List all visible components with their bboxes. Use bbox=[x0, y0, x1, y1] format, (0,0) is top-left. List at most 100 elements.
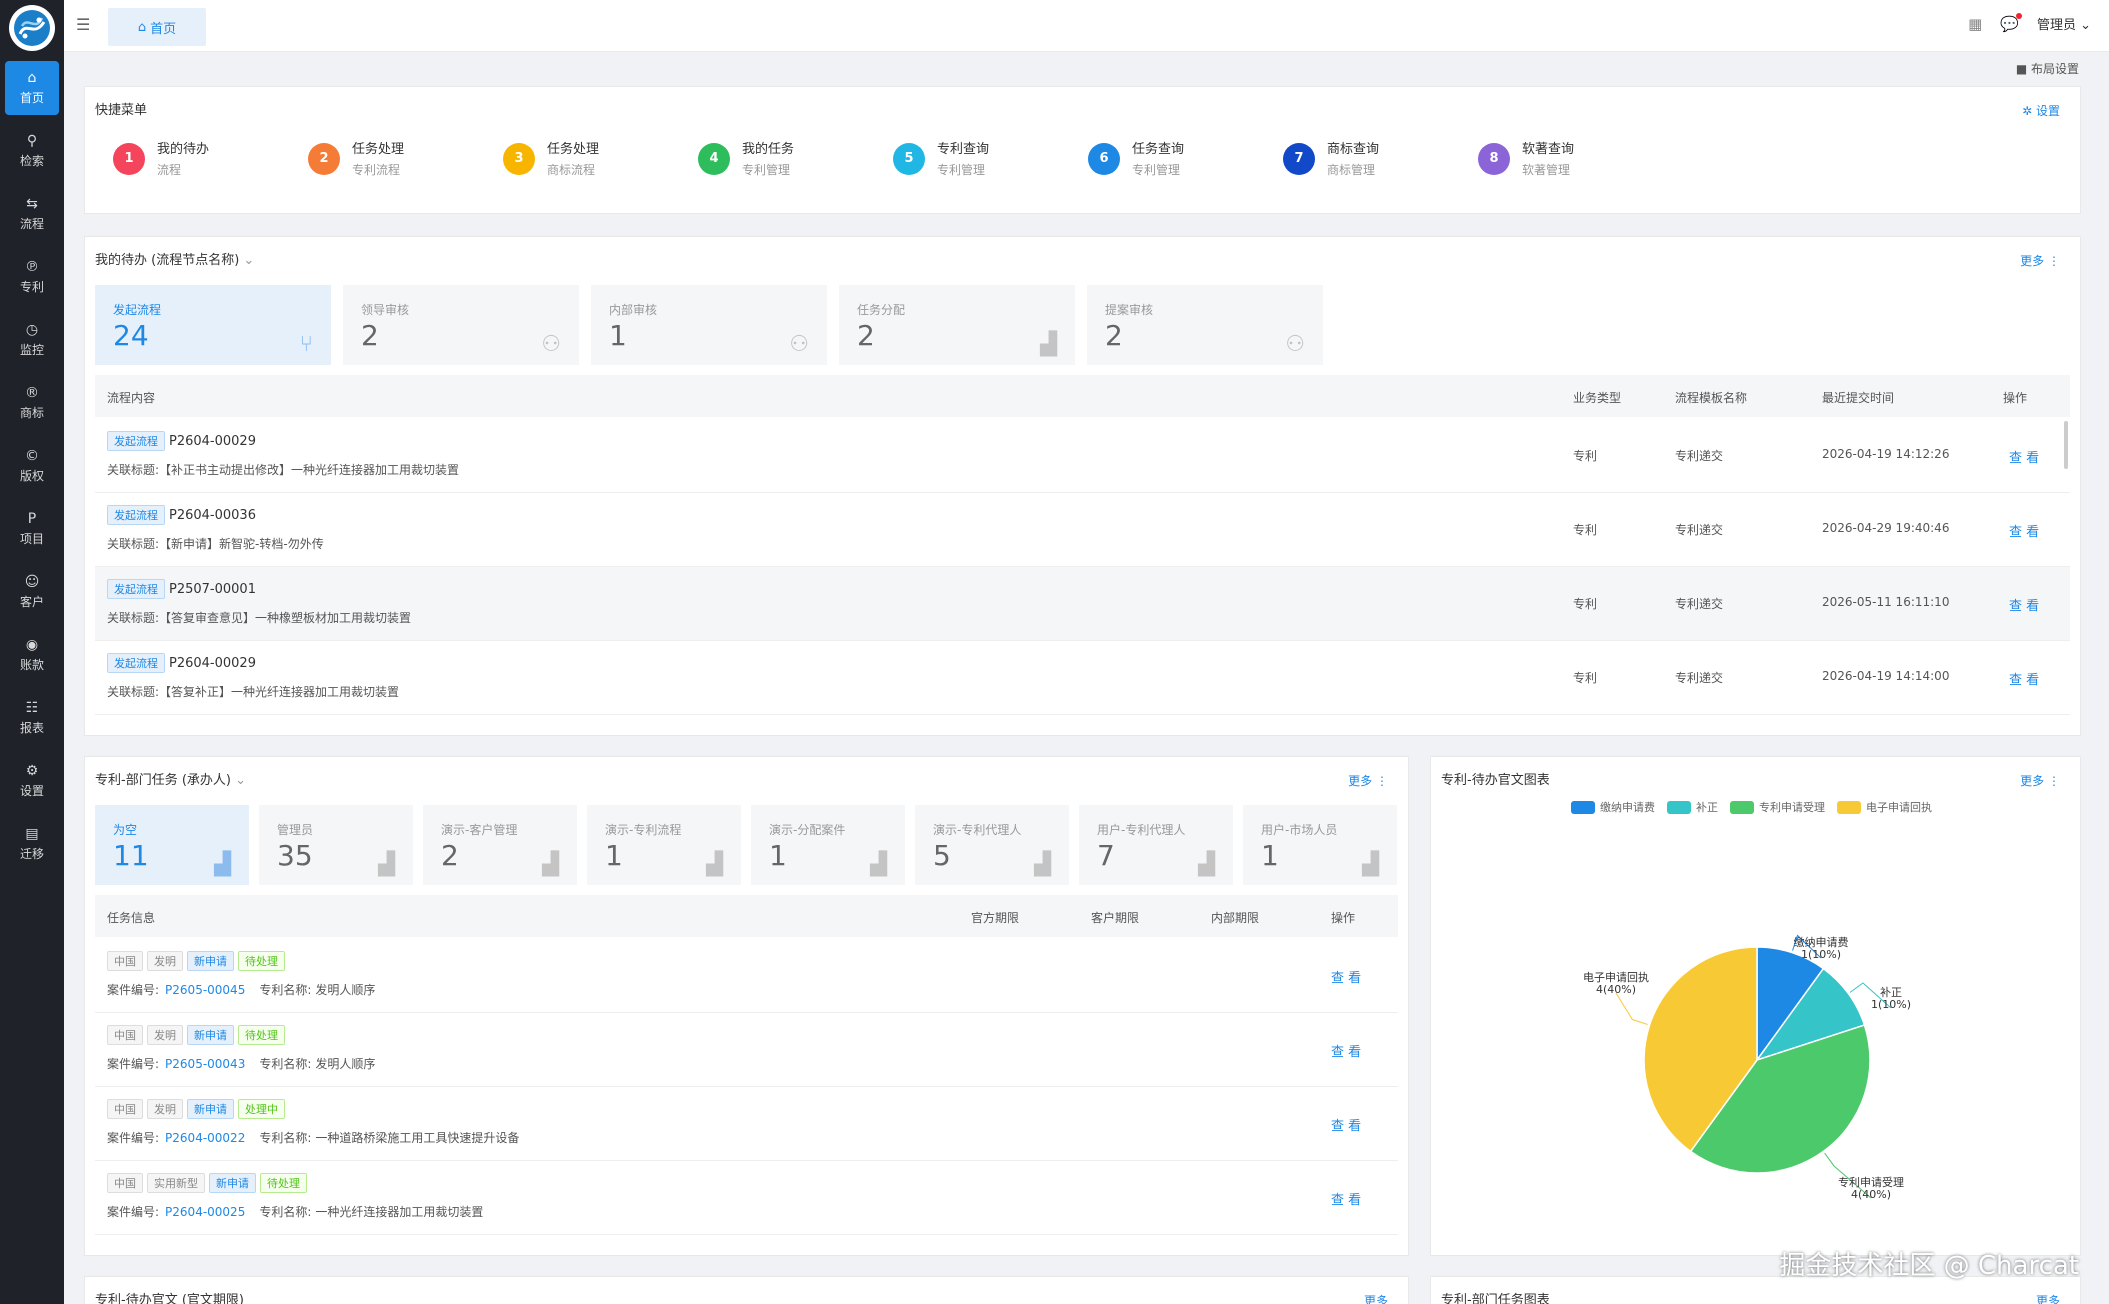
dept-title[interactable]: 专利-部门任务 (承办人) ⌄ bbox=[95, 769, 246, 788]
quick-menu-text: 商标查询 商标管理 bbox=[1327, 139, 1379, 178]
sidebar-item-11[interactable]: ⚙ 设置 bbox=[5, 754, 59, 808]
migrate-icon: ▤ bbox=[25, 826, 39, 842]
quick-menu-item[interactable]: 4 我的任务 专利管理 bbox=[698, 139, 794, 178]
legend-label: 电子申请回执 bbox=[1866, 801, 1932, 814]
row-line-2: 关联标题:【答复补正】一种光纤连接器加工用裁切装置 bbox=[107, 683, 399, 700]
sidebar-item-5[interactable]: ® 商标 bbox=[5, 376, 59, 430]
quick-menu-item[interactable]: 5 专利查询 专利管理 bbox=[893, 139, 989, 178]
sidebar-item-label: 报表 bbox=[19, 721, 44, 735]
stat-card[interactable]: 领导审核 2 ⚇ bbox=[343, 285, 579, 365]
chevron-down-icon: ⌄ bbox=[2080, 18, 2091, 33]
row-tags: 中国 发明 新申请 处理中 bbox=[107, 1099, 289, 1119]
pie-more-link[interactable]: 更多 ⋮ bbox=[2020, 772, 2060, 789]
related-title: 【答复审查意见】一种橡塑板材加工用裁切装置 bbox=[159, 611, 412, 625]
quick-menu-item[interactable]: 7 商标查询 商标管理 bbox=[1283, 139, 1379, 178]
quick-menu-item[interactable]: 1 我的待办 流程 bbox=[113, 139, 209, 178]
sidebar-item-4[interactable]: ◷ 监控 bbox=[5, 313, 59, 367]
sidebar-item-7[interactable]: P 项目 bbox=[5, 502, 59, 556]
view-link[interactable]: 查 看 bbox=[2009, 595, 2039, 614]
stat-card[interactable]: 任务分配 2 ▟ bbox=[839, 285, 1075, 365]
stat-card[interactable]: 用户-专利代理人 7 ▟ bbox=[1079, 805, 1233, 885]
legend-item[interactable]: 缴纳申请费 bbox=[1571, 799, 1655, 815]
case-label: 案件编号: bbox=[107, 1205, 160, 1219]
layout-settings-link[interactable]: ■ 布局设置 bbox=[2016, 60, 2079, 77]
stat-card[interactable]: 提案审核 2 ⚇ bbox=[1087, 285, 1323, 365]
tab-home[interactable]: ⌂ 首页 bbox=[108, 8, 206, 46]
todo-more-link[interactable]: 更多 ⋮ bbox=[2020, 252, 2060, 269]
quick-menu-item[interactable]: 3 任务处理 商标流程 bbox=[503, 139, 599, 178]
dept-chart-more[interactable]: 更多 bbox=[2036, 1292, 2060, 1304]
stat-card[interactable]: 为空 11 ▟ bbox=[95, 805, 249, 885]
view-link[interactable]: 查 看 bbox=[2009, 669, 2039, 688]
related-label: 关联标题: bbox=[107, 611, 160, 625]
patent-name-label: 专利名称: bbox=[259, 1131, 312, 1145]
logo[interactable] bbox=[9, 5, 55, 51]
view-link[interactable]: 查 看 bbox=[1331, 1189, 1361, 1208]
quick-menu-item[interactable]: 2 任务处理 专利流程 bbox=[308, 139, 404, 178]
row-line-1: 发起流程 P2604-00029 bbox=[107, 431, 256, 451]
patent-name-label: 专利名称: bbox=[259, 1057, 312, 1071]
quick-menu-label: 任务处理 bbox=[352, 142, 405, 157]
user-menu[interactable]: 管理员 ⌄ bbox=[2037, 14, 2091, 33]
case-number-link[interactable]: P2604-00025 bbox=[165, 1205, 245, 1219]
stat-card[interactable]: 演示-分配案件 1 ▟ bbox=[751, 805, 905, 885]
row-time: 2026-04-19 14:14:00 bbox=[1822, 669, 1950, 683]
pie-slice-name: 专利申请受理 bbox=[1838, 1175, 1904, 1189]
sidebar-item-1[interactable]: ⚲ 检索 bbox=[5, 124, 59, 178]
quick-menu-sub: 软著管理 bbox=[1522, 163, 1571, 177]
sidebar-item-8[interactable]: ☺ 客户 bbox=[5, 565, 59, 619]
pie-slice-name: 电子申请回执 bbox=[1583, 970, 1649, 984]
case-number-link[interactable]: P2605-00043 bbox=[165, 1057, 245, 1071]
row-line-2: 关联标题:【补正书主动提出修改】一种光纤连接器加工用裁切装置 bbox=[107, 461, 459, 478]
case-number-link[interactable]: P2605-00045 bbox=[165, 983, 245, 997]
quick-menu-item[interactable]: 6 任务查询 专利管理 bbox=[1088, 139, 1184, 178]
todo-title[interactable]: 我的待办 (流程节点名称) ⌄ bbox=[95, 249, 254, 268]
todo-scrollbar[interactable] bbox=[2064, 421, 2068, 469]
message-icon[interactable]: 💬 bbox=[2000, 12, 2022, 33]
stat-card[interactable]: 管理员 35 ▟ bbox=[259, 805, 413, 885]
quick-menu-label: 任务处理 bbox=[547, 142, 600, 157]
patent-name: 一种光纤连接器加工用裁切装置 bbox=[315, 1205, 484, 1219]
legend-item[interactable]: 补正 bbox=[1667, 799, 1718, 815]
layout-icon: ■ bbox=[2015, 62, 2028, 76]
case-number-link[interactable]: P2604-00022 bbox=[165, 1131, 245, 1145]
process-tag: 发起流程 bbox=[107, 505, 165, 525]
sidebar-item-2[interactable]: ⇆ 流程 bbox=[5, 187, 59, 241]
stat-card[interactable]: 演示-专利流程 1 ▟ bbox=[587, 805, 741, 885]
sidebar-item-0[interactable]: ⌂ 首页 bbox=[5, 61, 59, 115]
quick-menu-item[interactable]: 8 软著查询 软著管理 bbox=[1478, 139, 1574, 178]
sidebar-item-6[interactable]: © 版权 bbox=[5, 439, 59, 493]
user-icon: ⚇ bbox=[789, 332, 809, 357]
col-type: 业务类型 bbox=[1573, 391, 1622, 405]
view-link[interactable]: 查 看 bbox=[1331, 1041, 1361, 1060]
dept-more-link[interactable]: 更多 ⋮ bbox=[1348, 772, 1388, 789]
official-docs-more[interactable]: 更多 bbox=[1364, 1292, 1388, 1304]
stat-label: 演示-专利代理人 bbox=[933, 823, 1022, 837]
sidebar-item-label: 设置 bbox=[19, 784, 44, 798]
sidebar-item-12[interactable]: ▤ 迁移 bbox=[5, 817, 59, 871]
stat-card[interactable]: 演示-专利代理人 5 ▟ bbox=[915, 805, 1069, 885]
sidebar-item-10[interactable]: ☷ 报表 bbox=[5, 691, 59, 745]
stat-label: 演示-专利流程 bbox=[605, 823, 682, 837]
official-docs-card: 专利-待办官文 (官文期限) 更多 bbox=[84, 1276, 1409, 1304]
stat-card[interactable]: 用户-市场人员 1 ▟ bbox=[1243, 805, 1397, 885]
stat-value: 1 bbox=[609, 319, 627, 352]
view-link[interactable]: 查 看 bbox=[2009, 521, 2039, 540]
sidebar-item-9[interactable]: ◉ 账款 bbox=[5, 628, 59, 682]
user-icon: ☺ bbox=[24, 574, 40, 590]
user-name: 管理员 bbox=[2036, 18, 2076, 33]
legend-item[interactable]: 电子申请回执 bbox=[1837, 799, 1932, 815]
menu-toggle-icon[interactable]: ☰ bbox=[76, 15, 90, 34]
stat-card[interactable]: 内部审核 1 ⚇ bbox=[591, 285, 827, 365]
quick-menu-settings[interactable]: ✲ 设置 bbox=[2022, 102, 2060, 119]
stat-card[interactable]: 发起流程 24 ⑂ bbox=[95, 285, 331, 365]
stat-label: 管理员 bbox=[277, 823, 314, 837]
view-link[interactable]: 查 看 bbox=[1331, 967, 1361, 986]
stat-card[interactable]: 演示-客户管理 2 ▟ bbox=[423, 805, 577, 885]
sidebar-item-3[interactable]: ℗ 专利 bbox=[5, 250, 59, 304]
apps-grid-icon[interactable]: ▦ bbox=[1968, 15, 1982, 33]
view-link[interactable]: 查 看 bbox=[2009, 447, 2039, 466]
view-link[interactable]: 查 看 bbox=[1331, 1115, 1361, 1134]
legend-item[interactable]: 专利申请受理 bbox=[1730, 799, 1825, 815]
official-docs-title: 专利-待办官文 (官文期限) bbox=[95, 1293, 244, 1304]
